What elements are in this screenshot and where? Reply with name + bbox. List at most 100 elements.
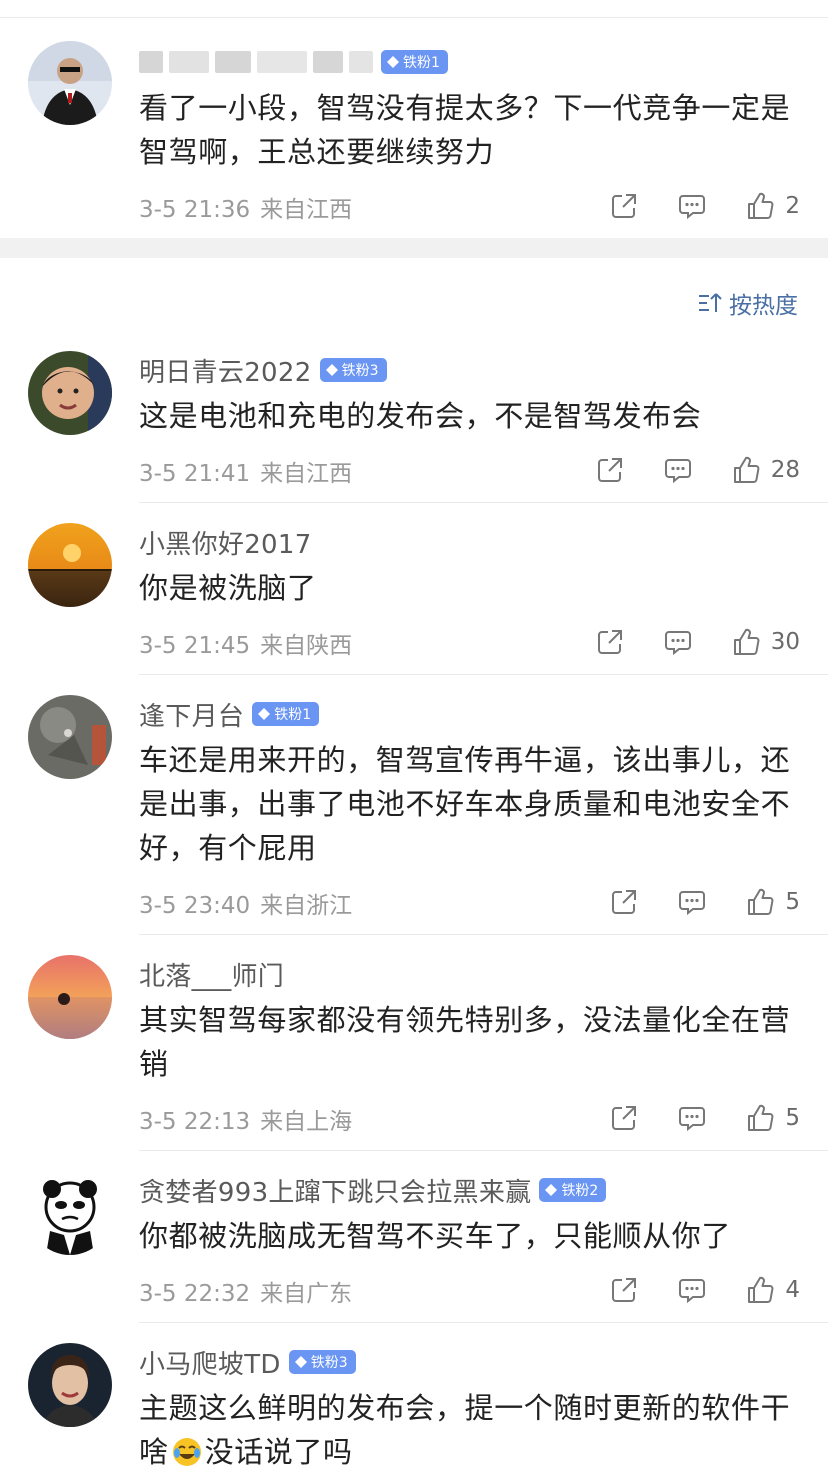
comment-actions: 4 bbox=[609, 1270, 800, 1310]
diamond-icon bbox=[545, 1184, 558, 1196]
fan-badge: 铁粉1 bbox=[252, 702, 320, 726]
comment-text: 这是电池和充电的发布会，不是智驾发布会 bbox=[139, 399, 702, 433]
comment-text: 车还是用来开的，智驾宣传再牛逼，该出事儿，还是出事，出事了电池不好车本身质量和电… bbox=[139, 743, 791, 865]
share-icon bbox=[612, 1278, 637, 1302]
username[interactable]: 北落___师门 bbox=[139, 956, 284, 993]
share-icon bbox=[597, 458, 622, 482]
comment-location: 来自陕西 bbox=[260, 633, 353, 659]
reply-button[interactable] bbox=[677, 887, 707, 917]
share-button[interactable] bbox=[595, 455, 625, 485]
like-count: 5 bbox=[785, 1105, 800, 1131]
username-row: 小马爬坡TD 铁粉3 bbox=[139, 1342, 356, 1382]
diamond-icon bbox=[387, 56, 399, 68]
username-row: 明日青云2022 铁粉3 bbox=[139, 350, 387, 390]
fan-badge: 铁粉3 bbox=[319, 358, 387, 382]
diamond-icon bbox=[325, 364, 338, 376]
reply-button[interactable] bbox=[663, 455, 693, 485]
share-icon bbox=[612, 890, 637, 914]
diamond-icon bbox=[258, 708, 271, 720]
comment-location: 来自江西 bbox=[260, 197, 353, 223]
comment-text: 你是被洗脑了 bbox=[139, 571, 317, 605]
like-button[interactable]: 5 bbox=[745, 1103, 800, 1133]
thumbs-up-icon bbox=[733, 628, 760, 655]
section-separator bbox=[0, 238, 828, 258]
comment-location: 来自上海 bbox=[260, 1109, 353, 1135]
comment-date: 3-5 23:40 bbox=[139, 893, 251, 919]
comment-divider bbox=[139, 502, 828, 503]
comment-divider bbox=[139, 1150, 828, 1151]
comment-text: 主题这么鲜明的发布会，提一个随时更新的软件干啥 没话说了吗 bbox=[139, 1386, 799, 1474]
reply-button[interactable] bbox=[677, 191, 707, 221]
like-button[interactable]: 4 bbox=[745, 1275, 800, 1305]
sort-icon bbox=[699, 293, 722, 312]
avatar[interactable] bbox=[28, 695, 112, 779]
share-button[interactable] bbox=[609, 1103, 639, 1133]
comment-divider bbox=[139, 1322, 828, 1323]
share-icon bbox=[612, 1106, 637, 1130]
share-button[interactable] bbox=[609, 1275, 639, 1305]
like-button[interactable]: 28 bbox=[731, 455, 800, 485]
avatar[interactable] bbox=[28, 955, 112, 1039]
comment-meta: 3-5 23:40 来自浙江 bbox=[139, 886, 352, 920]
like-button[interactable]: 30 bbox=[731, 627, 800, 657]
comment-location: 来自广东 bbox=[260, 1281, 353, 1307]
comment-icon bbox=[664, 459, 691, 484]
comment-icon bbox=[679, 195, 706, 220]
sort-by-hot-button[interactable]: 按热度 bbox=[697, 286, 798, 320]
username[interactable]: 贪婪者993上蹿下跳只会拉黑来赢 bbox=[139, 1172, 531, 1209]
fan-badge-label: 铁粉2 bbox=[561, 1183, 599, 1199]
comment-meta: 3-5 21:36 来自江西 bbox=[139, 190, 352, 224]
username-redacted[interactable] bbox=[139, 51, 373, 73]
comment-text: 你都被洗脑成无智驾不买车了，只能顺从你了 bbox=[139, 1219, 732, 1253]
fan-badge: 铁粉1 bbox=[381, 50, 448, 74]
like-count: 28 bbox=[770, 457, 800, 483]
reply-button[interactable] bbox=[677, 1103, 707, 1133]
thumbs-up-icon bbox=[748, 192, 774, 219]
username[interactable]: 逢下月台 bbox=[139, 696, 244, 733]
like-count: 2 bbox=[785, 193, 800, 219]
username[interactable]: 小黑你好2017 bbox=[139, 524, 312, 561]
comment-divider bbox=[139, 674, 828, 675]
comment-text-part: 没话说了吗 bbox=[204, 1435, 353, 1469]
comment-actions: 30 bbox=[595, 622, 800, 662]
avatar[interactable] bbox=[28, 351, 112, 435]
comment-date: 3-5 21:36 bbox=[139, 197, 251, 223]
reply-button[interactable] bbox=[677, 1275, 707, 1305]
comment-text: 其实智驾每家都没有领先特别多，没法量化全在营销 bbox=[139, 1003, 791, 1081]
share-button[interactable] bbox=[609, 191, 639, 221]
fan-badge-label: 铁粉3 bbox=[310, 1355, 348, 1371]
avatar[interactable] bbox=[28, 41, 112, 125]
comment-meta: 3-5 22:13 来自上海 bbox=[139, 1102, 352, 1136]
fan-badge-label: 铁粉1 bbox=[403, 55, 440, 71]
username[interactable]: 明日青云2022 bbox=[139, 352, 312, 389]
comment-icon bbox=[679, 1279, 706, 1304]
username-row: 逢下月台 铁粉1 bbox=[139, 694, 320, 734]
diamond-icon bbox=[294, 1356, 307, 1368]
crying-laughing-emoji-icon bbox=[172, 1438, 201, 1466]
like-count: 30 bbox=[770, 629, 800, 655]
comment-text: 看了一小段，智驾没有提太多？下一代竞争一定是智驾啊，王总还要继续努力 bbox=[139, 91, 791, 169]
username[interactable]: 小马爬坡TD bbox=[139, 1344, 281, 1381]
like-button[interactable]: 2 bbox=[745, 191, 800, 221]
sort-label: 按热度 bbox=[729, 293, 798, 319]
fan-badge-label: 铁粉1 bbox=[274, 707, 312, 723]
username-row: 铁粉1 bbox=[139, 42, 448, 82]
reply-button[interactable] bbox=[663, 627, 693, 657]
share-icon bbox=[612, 194, 637, 218]
thumbs-up-icon bbox=[748, 1276, 774, 1303]
share-button[interactable] bbox=[609, 887, 639, 917]
share-button[interactable] bbox=[595, 627, 625, 657]
comment-date: 3-5 21:45 bbox=[139, 633, 251, 659]
avatar[interactable] bbox=[28, 1343, 112, 1427]
fan-badge: 铁粉2 bbox=[539, 1178, 607, 1202]
comment-meta: 3-5 21:45 来自陕西 bbox=[139, 626, 352, 660]
avatar[interactable] bbox=[28, 1171, 112, 1255]
comment-date: 3-5 21:41 bbox=[139, 461, 251, 487]
comment-actions: 2 bbox=[609, 186, 800, 226]
comment-icon bbox=[664, 631, 691, 656]
username-row: 贪婪者993上蹿下跳只会拉黑来赢 铁粉2 bbox=[139, 1170, 607, 1210]
like-count: 5 bbox=[785, 889, 800, 915]
comment-meta: 3-5 21:41 来自江西 bbox=[139, 454, 352, 488]
avatar[interactable] bbox=[28, 523, 112, 607]
like-button[interactable]: 5 bbox=[745, 887, 800, 917]
